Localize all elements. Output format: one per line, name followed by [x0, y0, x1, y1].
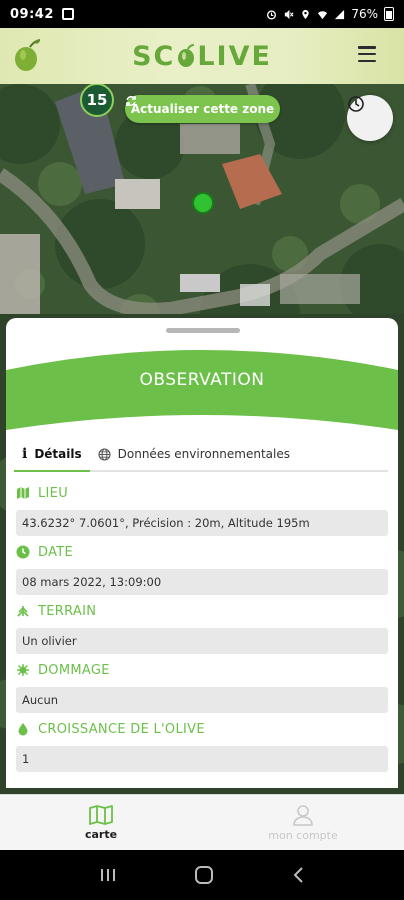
panel-header: OBSERVATION: [6, 350, 398, 440]
system-navigation-bar: [0, 850, 404, 900]
panel-drag-handle[interactable]: [166, 328, 240, 333]
nav-carte-label: carte: [84, 827, 118, 841]
dommage-label: DOMMAGE: [38, 662, 110, 678]
field-label-croissance: CROISSANCE DE L'OLIVE: [16, 718, 388, 740]
notification-app-icon: [61, 8, 74, 20]
mute-icon: [285, 9, 294, 19]
status-time: 09:42: [10, 6, 54, 22]
status-bar: 09:42 76%: [0, 0, 404, 28]
user-icon: [293, 804, 313, 826]
olive-logo-icon: [15, 39, 41, 71]
refresh-area-button[interactable]: Actualiser cette zone: [125, 95, 280, 123]
terrain-label: TERRAIN: [38, 603, 97, 619]
signal-icon: [335, 9, 345, 19]
lieu-value: 43.6232° 7.0601°, Précision : 20m, Altit…: [16, 510, 388, 536]
field-label-date: DATE: [16, 541, 388, 563]
map-icon: [17, 487, 29, 499]
tab-details-label: Détails: [34, 447, 82, 461]
observation-panel: OBSERVATION i Détails Données environnem…: [6, 318, 398, 788]
terrain-icon: [17, 606, 29, 617]
globe-icon: [98, 447, 111, 461]
battery-percent: 76%: [351, 7, 378, 21]
olive-o-icon: [178, 44, 195, 67]
hamburger-menu-icon[interactable]: [358, 46, 376, 62]
nav-compte-label: mon compte: [268, 828, 338, 842]
status-icons: 76%: [266, 7, 394, 21]
tab-environment-label: Données environnementales: [117, 447, 290, 461]
history-button[interactable]: [347, 95, 393, 141]
field-label-terrain: TERRAIN: [16, 600, 388, 622]
clock-icon: [16, 545, 30, 559]
brand-logo: SC LIVE: [132, 41, 272, 72]
refresh-area-label: Actualiser cette zone: [130, 102, 275, 116]
observation-marker[interactable]: [192, 192, 214, 214]
map-nav-icon: [89, 804, 113, 825]
alarm-icon: [267, 9, 277, 19]
clock-history-icon: [348, 96, 364, 112]
brand-text-right: LIVE: [197, 40, 272, 72]
nav-carte[interactable]: carte: [0, 795, 202, 850]
location-icon: [302, 9, 310, 19]
lieu-label: LIEU: [38, 485, 69, 501]
tab-details[interactable]: i Détails: [14, 438, 90, 472]
app-header: SC LIVE: [0, 28, 404, 84]
panel-tabs: i Détails Données environnementales: [14, 438, 388, 472]
dommage-value: Aucun: [16, 687, 388, 713]
tab-environment[interactable]: Données environnementales: [90, 437, 298, 471]
nav-mon-compte[interactable]: mon compte: [202, 795, 404, 850]
panel-title: OBSERVATION: [139, 370, 265, 390]
croissance-label: CROISSANCE DE L'OLIVE: [38, 721, 205, 737]
recent-apps-icon[interactable]: [99, 867, 117, 883]
date-value: 08 mars 2022, 13:09:00: [16, 569, 388, 595]
field-label-dommage: DOMMAGE: [16, 659, 388, 681]
home-icon[interactable]: [194, 866, 214, 884]
info-icon: i: [22, 446, 28, 462]
refresh-icon: [126, 96, 136, 106]
date-label: DATE: [38, 544, 74, 560]
observation-fields: LIEU 43.6232° 7.0601°, Précision : 20m, …: [16, 478, 388, 777]
croissance-value: 1: [16, 746, 388, 772]
cluster-count-badge[interactable]: 15: [80, 84, 114, 117]
back-icon[interactable]: [291, 866, 305, 884]
panel-header-banner: [6, 350, 398, 430]
brand-text-left: SC: [132, 40, 176, 72]
battery-icon: [384, 7, 394, 21]
field-label-lieu: LIEU: [16, 482, 388, 504]
terrain-value: Un olivier: [16, 628, 388, 654]
bug-icon: [17, 664, 29, 676]
olive-drop-icon: [18, 723, 28, 736]
wifi-icon: [318, 10, 328, 19]
bottom-navigation: carte mon compte: [0, 794, 404, 850]
